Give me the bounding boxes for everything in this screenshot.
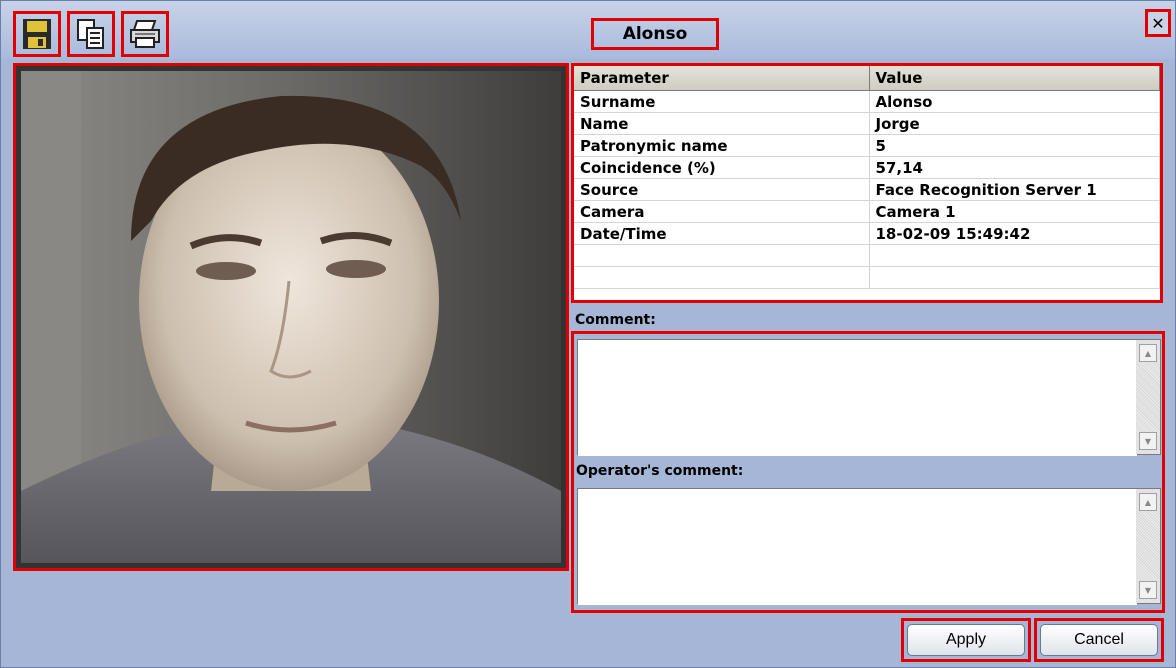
close-button[interactable]: ✕	[1145, 9, 1171, 37]
value-cell: Face Recognition Server 1	[869, 178, 1160, 201]
comments-section: ▲ ▼ Operator's comment: ▲ ▼	[571, 331, 1165, 613]
dialog-title: Alonso	[591, 18, 719, 50]
table-row[interactable]: Source Face Recognition Server 1	[574, 178, 1160, 201]
table-row[interactable]: Surname Alonso	[574, 90, 1160, 113]
parameter-cell: Patronymic name	[574, 134, 870, 157]
value-cell: 18-02-09 15:49:42	[869, 222, 1160, 245]
table-row[interactable]: Patronymic name 5	[574, 134, 1160, 157]
save-icon	[23, 19, 51, 49]
operator-comment-field[interactable]: ▲ ▼	[577, 488, 1161, 605]
apply-button[interactable]: Apply	[907, 624, 1025, 656]
table-row[interactable]: Date/Time 18-02-09 15:49:42	[574, 222, 1160, 245]
operator-comment-input[interactable]	[578, 489, 1137, 605]
comment-field[interactable]: ▲ ▼	[577, 339, 1161, 456]
comment-label: Comment:	[575, 312, 656, 328]
copy-button[interactable]	[67, 11, 115, 57]
recognition-dialog: Alonso ✕ Parameter Value Surname Alonso …	[0, 0, 1176, 668]
parameter-cell: Source	[574, 178, 870, 201]
column-header-parameter[interactable]: Parameter	[574, 66, 870, 91]
value-cell: 5	[869, 134, 1160, 157]
parameter-cell	[574, 266, 870, 289]
table-row[interactable]: Name Jorge	[574, 112, 1160, 135]
parameter-cell	[574, 244, 870, 267]
scroll-up-icon[interactable]: ▲	[1139, 493, 1157, 511]
comment-scrollbar[interactable]: ▲ ▼	[1136, 340, 1160, 454]
operator-comment-label: Operator's comment:	[576, 463, 744, 479]
value-cell: Camera 1	[869, 200, 1160, 223]
parameter-cell: Name	[574, 112, 870, 135]
scroll-down-icon[interactable]: ▼	[1139, 581, 1157, 599]
value-cell: Jorge	[869, 112, 1160, 135]
face-photo	[13, 63, 569, 571]
table-row[interactable]: Coincidence (%) 57,14	[574, 156, 1160, 179]
parameter-cell: Date/Time	[574, 222, 870, 245]
apply-button-highlight: Apply	[901, 618, 1031, 662]
parameter-cell: Camera	[574, 200, 870, 223]
table-row[interactable]	[574, 244, 1160, 267]
value-cell	[869, 266, 1160, 289]
value-cell: Alonso	[869, 90, 1160, 113]
table-row[interactable]	[574, 266, 1160, 289]
comment-input[interactable]	[578, 340, 1137, 456]
save-button[interactable]	[13, 11, 61, 57]
operator-comment-scrollbar[interactable]: ▲ ▼	[1136, 489, 1160, 603]
value-cell	[869, 244, 1160, 267]
scroll-down-icon[interactable]: ▼	[1139, 432, 1157, 450]
cancel-button[interactable]: Cancel	[1040, 624, 1158, 656]
parameter-table: Parameter Value Surname Alonso Name Jorge …	[571, 63, 1163, 303]
copy-icon	[77, 19, 104, 49]
table-header-row: Parameter Value	[574, 66, 1160, 91]
parameter-cell: Surname	[574, 90, 870, 113]
print-button[interactable]	[121, 11, 169, 57]
print-icon	[130, 20, 160, 48]
close-icon: ✕	[1151, 13, 1165, 33]
cancel-button-highlight: Cancel	[1034, 618, 1164, 662]
parameter-cell: Coincidence (%)	[574, 156, 870, 179]
dialog-header	[1, 1, 1175, 59]
column-header-value[interactable]: Value	[869, 66, 1160, 91]
scroll-up-icon[interactable]: ▲	[1139, 344, 1157, 362]
value-cell: 57,14	[869, 156, 1160, 179]
table-row[interactable]: Camera Camera 1	[574, 200, 1160, 223]
